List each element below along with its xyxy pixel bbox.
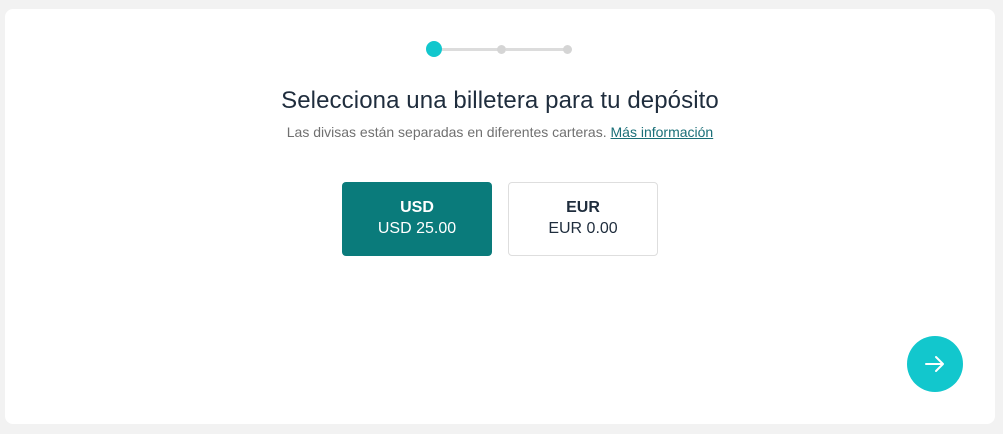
arrow-right-icon — [925, 356, 944, 372]
wallet-option-usd[interactable]: USD USD 25.00 — [342, 182, 492, 256]
page-title: Selecciona una billetera para tu depósit… — [281, 87, 719, 114]
page-subtitle: Las divisas están separadas en diferente… — [5, 124, 995, 140]
wallet-currency-code: EUR — [566, 199, 600, 216]
wallet-selection-card: Selecciona una billetera para tu depósit… — [5, 9, 995, 424]
subtitle-text: Las divisas están separadas en diferente… — [286, 124, 607, 140]
wallet-balance: EUR 0.00 — [548, 220, 618, 237]
stepper-step-1-active — [426, 41, 442, 57]
next-button[interactable] — [907, 336, 963, 392]
wallet-currency-code: USD — [400, 199, 434, 216]
wallet-option-eur[interactable]: EUR EUR 0.00 — [508, 182, 658, 256]
stepper-connector — [506, 47, 566, 51]
more-info-link[interactable]: Más información — [611, 124, 714, 140]
wallet-balance: USD 25.00 — [377, 220, 457, 237]
stepper-step-3 — [563, 44, 572, 54]
stepper-connector — [442, 47, 498, 51]
stepper-step-2 — [497, 44, 506, 54]
progress-stepper — [5, 9, 995, 89]
